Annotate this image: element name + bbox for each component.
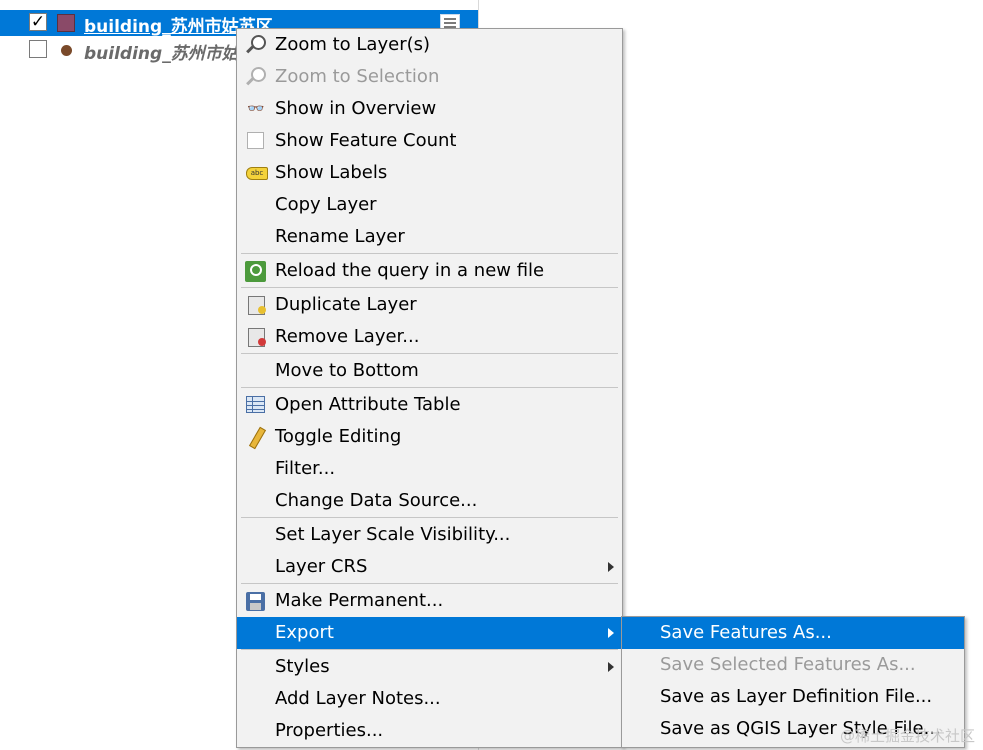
- menu-item-label: Reload the query in a new file: [275, 260, 545, 281]
- menu-separator: [241, 287, 618, 288]
- menu-item-label: Rename Layer: [275, 226, 405, 247]
- zoom-icon: [245, 67, 267, 87]
- submenu-item-save-layer-definition[interactable]: Save as Layer Definition File...: [622, 681, 964, 713]
- menu-item-copy-layer[interactable]: Copy Layer: [237, 189, 622, 221]
- menu-item-label: Make Permanent...: [275, 590, 444, 611]
- zoom-icon: [245, 35, 267, 55]
- menu-separator: [241, 253, 618, 254]
- submenu-arrow-icon: [608, 628, 614, 638]
- menu-item-label: Filter...: [275, 458, 336, 479]
- menu-item-label: Toggle Editing: [275, 426, 402, 447]
- menu-item-label: Add Layer Notes...: [275, 688, 441, 709]
- remove-icon: [245, 327, 267, 347]
- menu-item-remove-layer[interactable]: Remove Layer...: [237, 321, 622, 353]
- menu-item-show-labels[interactable]: abc Show Labels: [237, 157, 622, 189]
- menu-item-add-layer-notes[interactable]: Add Layer Notes...: [237, 683, 622, 715]
- overview-icon: 👓: [247, 101, 265, 117]
- watermark-text: @稀土掘金技术社区: [839, 727, 975, 745]
- menu-separator: [241, 387, 618, 388]
- menu-item-label: Zoom to Layer(s): [275, 34, 431, 55]
- menu-item-label: Save as Layer Definition File...: [660, 686, 933, 707]
- attribute-table-icon: [245, 395, 267, 415]
- menu-item-label: Save Selected Features As...: [660, 654, 916, 675]
- menu-item-zoom-to-selection: Zoom to Selection: [237, 61, 622, 93]
- layer-context-menu: Zoom to Layer(s) Zoom to Selection 👓 Sho…: [236, 28, 623, 748]
- submenu-arrow-icon: [608, 562, 614, 572]
- menu-item-label: Remove Layer...: [275, 326, 420, 347]
- pencil-icon: [245, 426, 267, 450]
- menu-item-layer-crs[interactable]: Layer CRS: [237, 551, 622, 583]
- save-icon: [245, 591, 267, 611]
- menu-item-label: Copy Layer: [275, 194, 377, 215]
- point-symbol-icon: [61, 45, 72, 56]
- menu-item-reload-query[interactable]: Reload the query in a new file: [237, 255, 622, 287]
- menu-item-toggle-editing[interactable]: Toggle Editing: [237, 421, 622, 453]
- submenu-arrow-icon: [608, 662, 614, 672]
- menu-item-label: Show Feature Count: [275, 130, 457, 151]
- menu-item-show-feature-count[interactable]: Show Feature Count: [237, 125, 622, 157]
- layer-name: building_苏州市姑: [84, 44, 239, 64]
- labels-icon: abc: [245, 163, 268, 183]
- checkbox-icon[interactable]: [245, 131, 267, 151]
- menu-item-set-scale-visibility[interactable]: Set Layer Scale Visibility...: [237, 519, 622, 551]
- menu-item-label: Move to Bottom: [275, 360, 419, 381]
- menu-item-label: Save Features As...: [660, 622, 832, 643]
- menu-item-label: Set Layer Scale Visibility...: [275, 524, 511, 545]
- menu-item-label: Properties...: [275, 720, 384, 741]
- menu-item-properties[interactable]: Properties...: [237, 715, 622, 747]
- menu-item-label: Duplicate Layer: [275, 294, 417, 315]
- menu-item-label: Open Attribute Table: [275, 394, 461, 415]
- menu-item-label: Export: [275, 622, 334, 643]
- layer-visibility-checkbox[interactable]: [29, 40, 47, 58]
- menu-item-make-permanent[interactable]: Make Permanent...: [237, 585, 622, 617]
- menu-item-change-data-source[interactable]: Change Data Source...: [237, 485, 622, 517]
- reload-query-icon: [245, 261, 267, 282]
- menu-separator: [241, 649, 618, 650]
- menu-separator: [241, 583, 618, 584]
- menu-item-rename-layer[interactable]: Rename Layer: [237, 221, 622, 253]
- duplicate-icon: [245, 295, 267, 315]
- menu-item-label: Change Data Source...: [275, 490, 478, 511]
- menu-item-label: Show in Overview: [275, 98, 437, 119]
- menu-item-move-to-bottom[interactable]: Move to Bottom: [237, 355, 622, 387]
- menu-separator: [241, 353, 618, 354]
- submenu-item-save-selected-features-as: Save Selected Features As...: [622, 649, 964, 681]
- menu-item-filter[interactable]: Filter...: [237, 453, 622, 485]
- menu-item-export[interactable]: Export: [237, 617, 622, 649]
- menu-item-label: Layer CRS: [275, 556, 368, 577]
- polygon-symbol-icon: [57, 14, 75, 32]
- menu-item-styles[interactable]: Styles: [237, 651, 622, 683]
- menu-item-label: Show Labels: [275, 162, 388, 183]
- menu-item-duplicate-layer[interactable]: Duplicate Layer: [237, 289, 622, 321]
- layer-visibility-checkbox[interactable]: ✓: [29, 13, 47, 31]
- menu-item-open-attribute-table[interactable]: Open Attribute Table: [237, 389, 622, 421]
- menu-item-label: Styles: [275, 656, 330, 677]
- menu-item-zoom-to-layers[interactable]: Zoom to Layer(s): [237, 29, 622, 61]
- menu-item-show-in-overview[interactable]: 👓 Show in Overview: [237, 93, 622, 125]
- menu-item-label: Zoom to Selection: [275, 66, 440, 87]
- menu-separator: [241, 517, 618, 518]
- submenu-item-save-features-as[interactable]: Save Features As...: [622, 617, 964, 649]
